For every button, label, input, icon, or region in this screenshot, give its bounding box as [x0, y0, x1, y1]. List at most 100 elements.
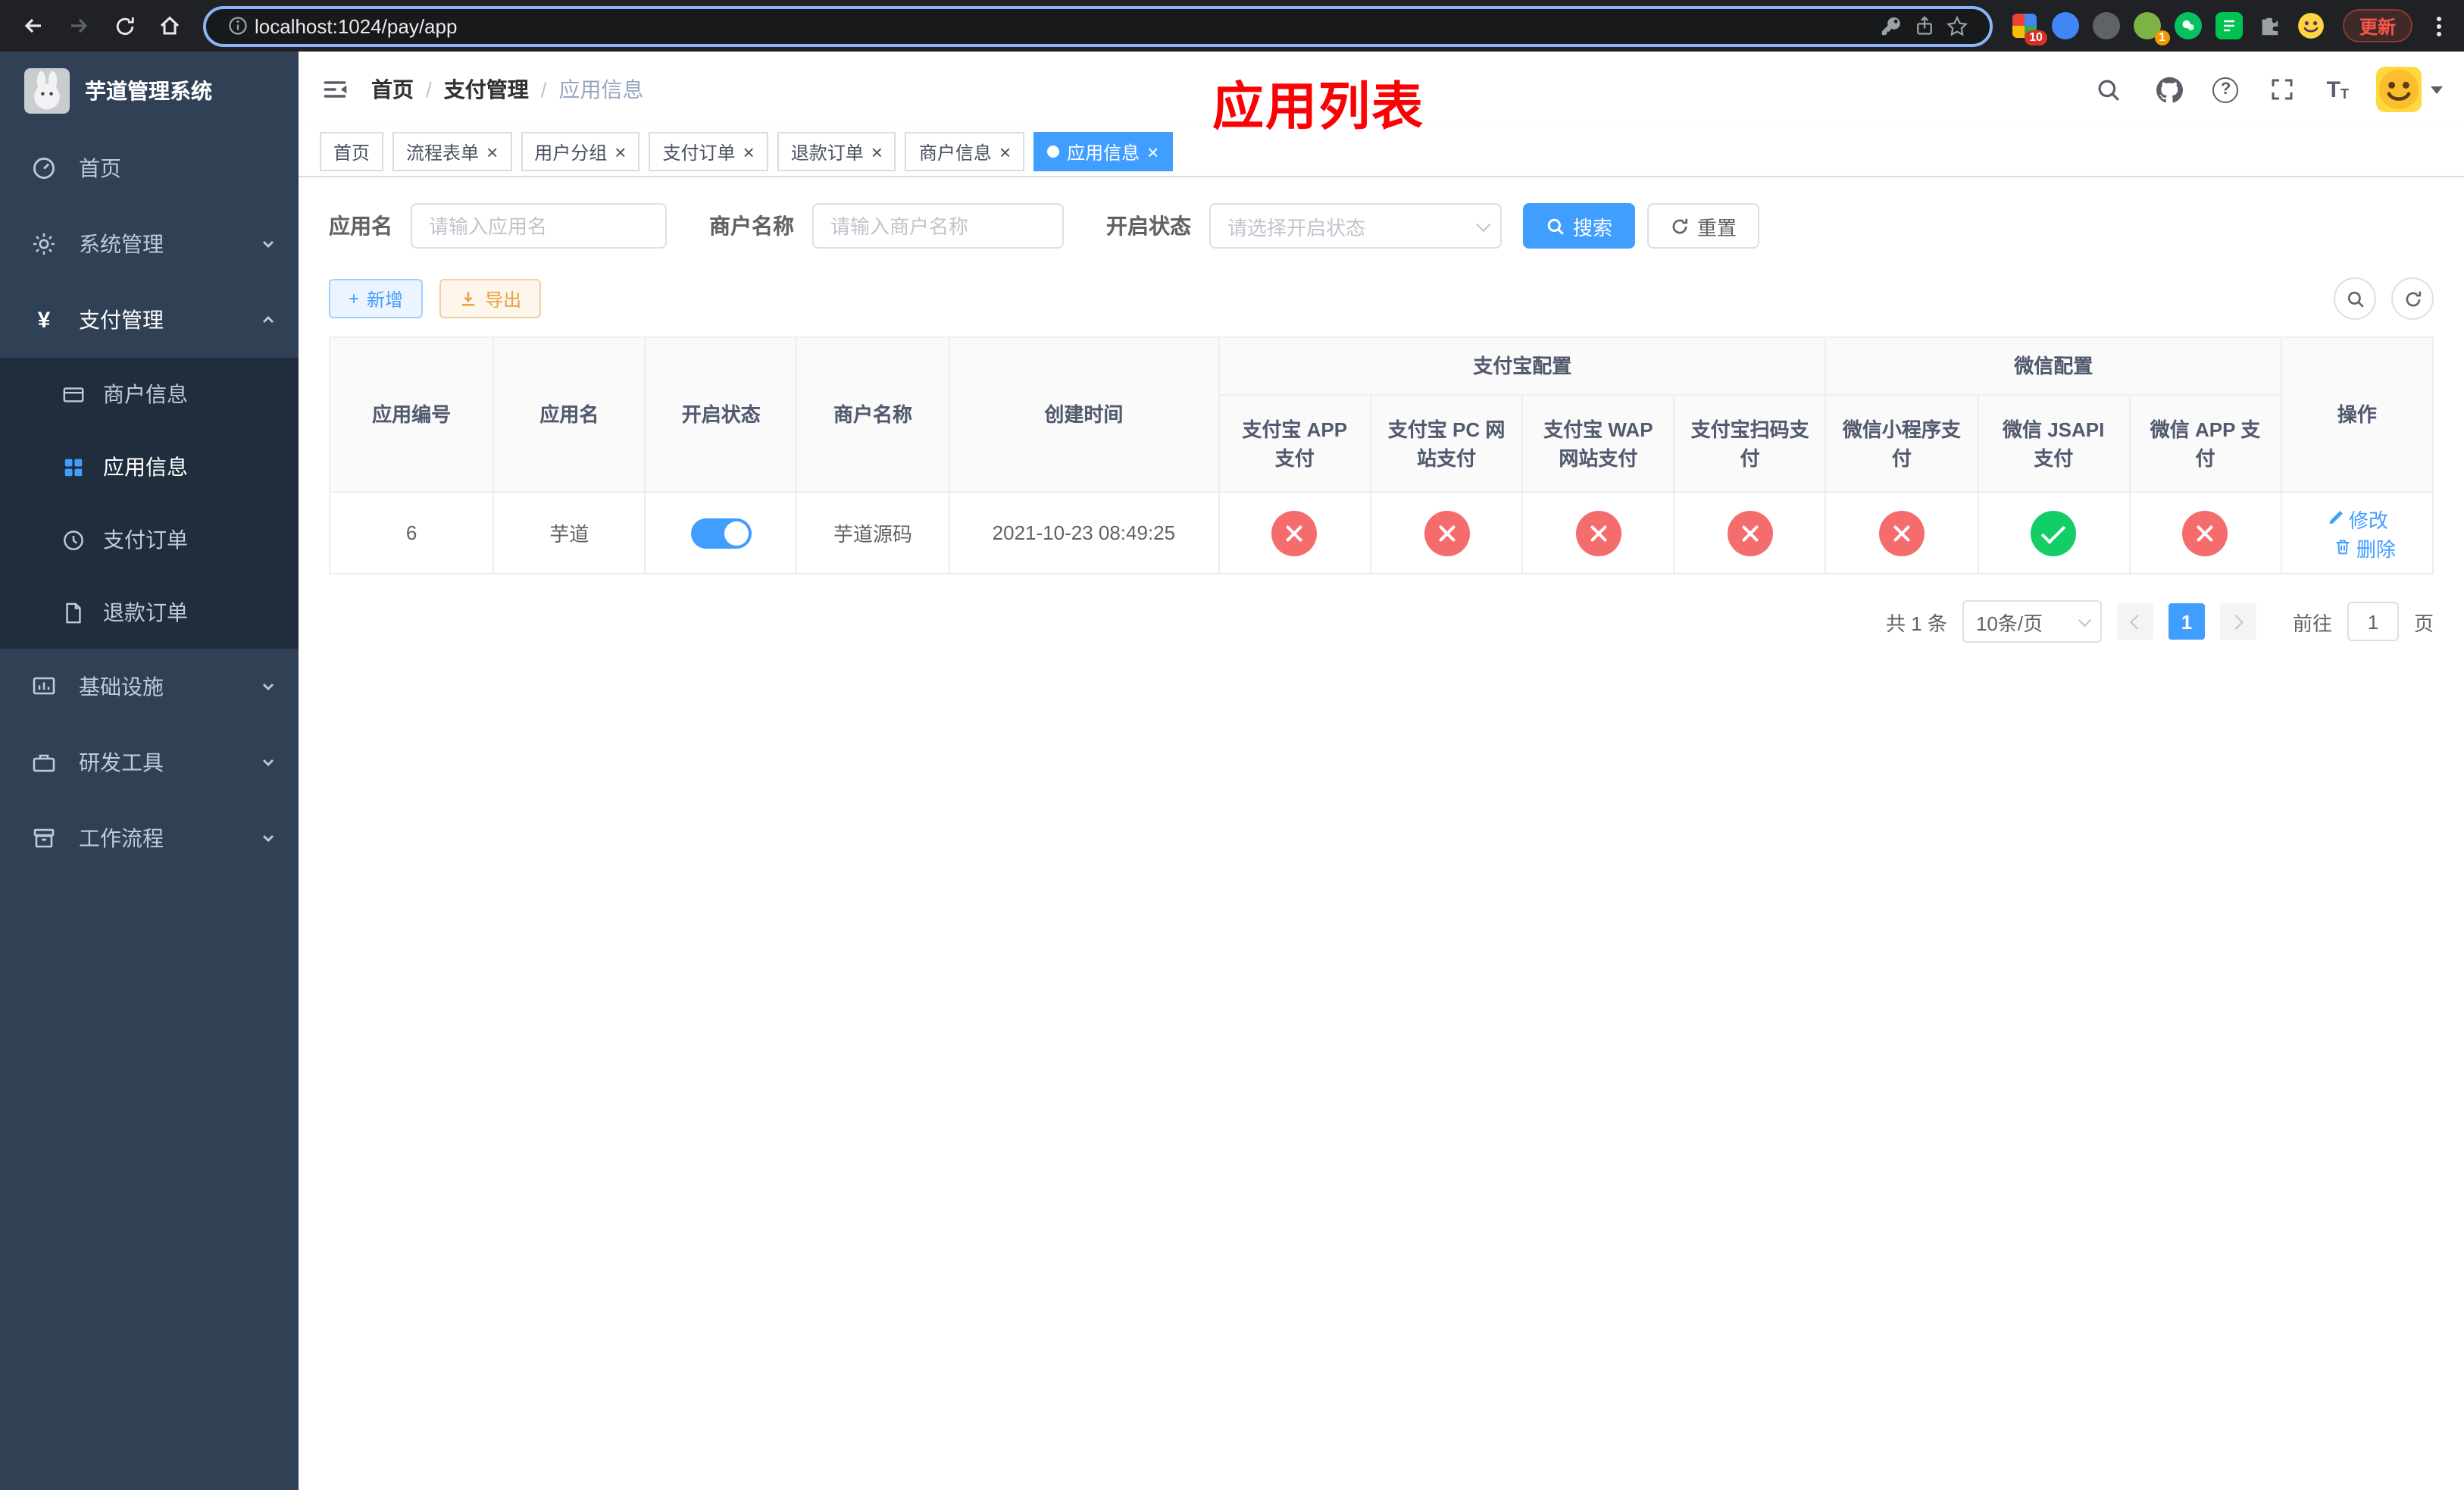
main-area: 应用列表 首页 / 支付管理 / 应用信息 ? T T 首页 流程表单 × 用户…	[299, 52, 2464, 1490]
browser-home-icon[interactable]	[149, 5, 191, 47]
goto-label: 前往	[2292, 612, 2332, 634]
merchant-name-input[interactable]	[812, 203, 1064, 249]
sidebar-item-dev-tools[interactable]: 研发工具	[0, 725, 299, 800]
extension-wechat-icon[interactable]	[2174, 12, 2202, 39]
sidebar-item-system[interactable]: 系统管理	[0, 206, 299, 282]
search-button[interactable]: 搜索	[1523, 203, 1636, 249]
browser-update-button[interactable]: 更新	[2342, 9, 2412, 42]
extension-dark-icon[interactable]	[2092, 12, 2120, 39]
sidebar-item-payment[interactable]: ¥ 支付管理	[0, 282, 299, 358]
status-closed-icon	[1424, 510, 1470, 556]
help-icon[interactable]: ?	[2212, 77, 2239, 102]
next-page-button[interactable]	[2219, 603, 2256, 640]
col-wx-jsapi: 微信 JSAPI 支付	[1977, 394, 2131, 493]
tab-close-icon[interactable]: ×	[743, 142, 755, 161]
app-name-input[interactable]	[411, 203, 667, 249]
address-bar[interactable]: localhost:1024/pay/app	[203, 5, 1993, 46]
sidebar-item-app-info[interactable]: 应用信息	[0, 430, 299, 503]
tab-user-group[interactable]: 用户分组 ×	[521, 132, 640, 171]
payment-submenu: 商户信息 应用信息 支付订单 退款订单	[0, 358, 299, 649]
col-wx-mini: 微信小程序支付	[1825, 394, 1979, 493]
url-text[interactable]: localhost:1024/pay/app	[255, 14, 1875, 37]
user-menu[interactable]	[2376, 67, 2443, 112]
site-info-icon[interactable]	[221, 9, 255, 42]
prev-page-button[interactable]	[2116, 603, 2153, 640]
add-button[interactable]: + 新增	[329, 279, 424, 318]
status-closed-icon	[1878, 510, 1925, 556]
cell-alipay-qr	[1673, 491, 1827, 574]
sidebar-toggle-icon[interactable]	[299, 52, 371, 127]
export-button[interactable]: 导出	[439, 279, 542, 318]
extension-chat-icon[interactable]	[2215, 12, 2243, 39]
extension-badge: 1	[2154, 30, 2170, 45]
cell-created: 2021-10-23 08:49:25	[948, 491, 1220, 574]
chevron-down-icon	[2078, 614, 2091, 628]
browser-forward-icon[interactable]	[58, 5, 100, 47]
extensions-puzzle-icon[interactable]	[2256, 12, 2284, 39]
tab-close-icon[interactable]: ×	[614, 142, 626, 161]
navbar-actions: ? TT	[2092, 67, 2464, 112]
reset-button[interactable]: 重置	[1647, 203, 1760, 249]
extension-blue-icon[interactable]	[2051, 12, 2079, 39]
breadcrumb-home[interactable]: 首页	[371, 74, 414, 105]
sidebar-item-home[interactable]: 首页	[0, 130, 299, 206]
sidebar-logo[interactable]: 芋道管理系统	[0, 52, 299, 130]
status-closed-icon	[1575, 510, 1621, 556]
tab-close-icon[interactable]: ×	[486, 142, 498, 161]
extension-pixel-icon[interactable]: 10	[2011, 12, 2047, 45]
goto-unit: 页	[2413, 612, 2434, 634]
credit-card-icon	[61, 382, 85, 406]
tab-merchant-info[interactable]: 商户信息 ×	[905, 132, 1025, 171]
fullscreen-icon[interactable]	[2266, 73, 2300, 106]
cell-app-id: 6	[328, 491, 495, 574]
page-size-select[interactable]: 10条/页	[1962, 600, 2102, 643]
sidebar-item-merchant-info[interactable]: 商户信息	[0, 358, 299, 430]
extension-avatar-icon[interactable]: 1	[2133, 12, 2170, 45]
status-closed-icon	[1271, 510, 1318, 556]
font-size-icon[interactable]: TT	[2327, 78, 2349, 101]
tab-refund-order[interactable]: 退款订单 ×	[777, 132, 896, 171]
search-icon[interactable]	[2092, 73, 2125, 106]
avatar	[2376, 67, 2422, 112]
edit-button[interactable]: 修改	[2326, 504, 2388, 533]
tab-app-info[interactable]: 应用信息 ×	[1033, 132, 1173, 171]
apps-table: 应用编号 应用名 开启状态 商户名称 创建时间 支付宝配置 微信配置 操作 支付…	[328, 337, 2434, 574]
chevron-down-icon	[259, 753, 277, 772]
tab-home[interactable]: 首页	[320, 132, 384, 171]
browser-reload-icon[interactable]	[103, 5, 145, 47]
enabled-toggle[interactable]	[690, 518, 752, 548]
breadcrumb-payment[interactable]: 支付管理	[444, 74, 529, 105]
extension-badge: 10	[2025, 30, 2047, 45]
profile-emoji-icon[interactable]	[2297, 12, 2325, 39]
password-key-icon[interactable]	[1875, 9, 1908, 42]
page-number-1[interactable]: 1	[2168, 603, 2205, 640]
bookmark-star-icon[interactable]	[1941, 9, 1975, 42]
browser-menu-icon[interactable]	[2425, 16, 2452, 36]
tab-close-icon[interactable]: ×	[999, 142, 1011, 161]
tab-pay-order[interactable]: 支付订单 ×	[649, 132, 768, 171]
tab-close-icon[interactable]: ×	[871, 142, 883, 161]
caret-down-icon	[2431, 86, 2443, 93]
breadcrumb: 首页 / 支付管理 / 应用信息	[371, 74, 644, 105]
refresh-button[interactable]	[2391, 277, 2434, 320]
tab-process-form[interactable]: 流程表单 ×	[392, 132, 512, 171]
clock-circle-icon	[61, 527, 85, 552]
plus-icon: +	[349, 288, 360, 309]
table-row: 6 芋道 芋道源码 2021-10-23 08:49:25 修改 删除	[328, 491, 2434, 574]
status-select[interactable]: 请选择开启状态	[1209, 203, 1502, 249]
share-icon[interactable]	[1908, 9, 1941, 42]
cell-alipay-wap	[1521, 491, 1675, 574]
show-search-button[interactable]	[2334, 277, 2376, 320]
browser-back-icon[interactable]	[12, 5, 55, 47]
github-icon[interactable]	[2153, 73, 2186, 106]
sidebar-item-refund-order[interactable]: 退款订单	[0, 576, 299, 649]
tab-close-icon[interactable]: ×	[1147, 142, 1159, 161]
sidebar-item-pay-order[interactable]: 支付订单	[0, 503, 299, 576]
sidebar-item-workflow[interactable]: 工作流程	[0, 800, 299, 876]
goto-page-input[interactable]	[2347, 602, 2399, 641]
status-closed-icon	[2182, 510, 2228, 556]
delete-button[interactable]: 删除	[2334, 533, 2396, 562]
monitor-icon	[30, 673, 58, 700]
sidebar-item-infra[interactable]: 基础设施	[0, 649, 299, 725]
cell-alipay-app	[1218, 491, 1371, 574]
